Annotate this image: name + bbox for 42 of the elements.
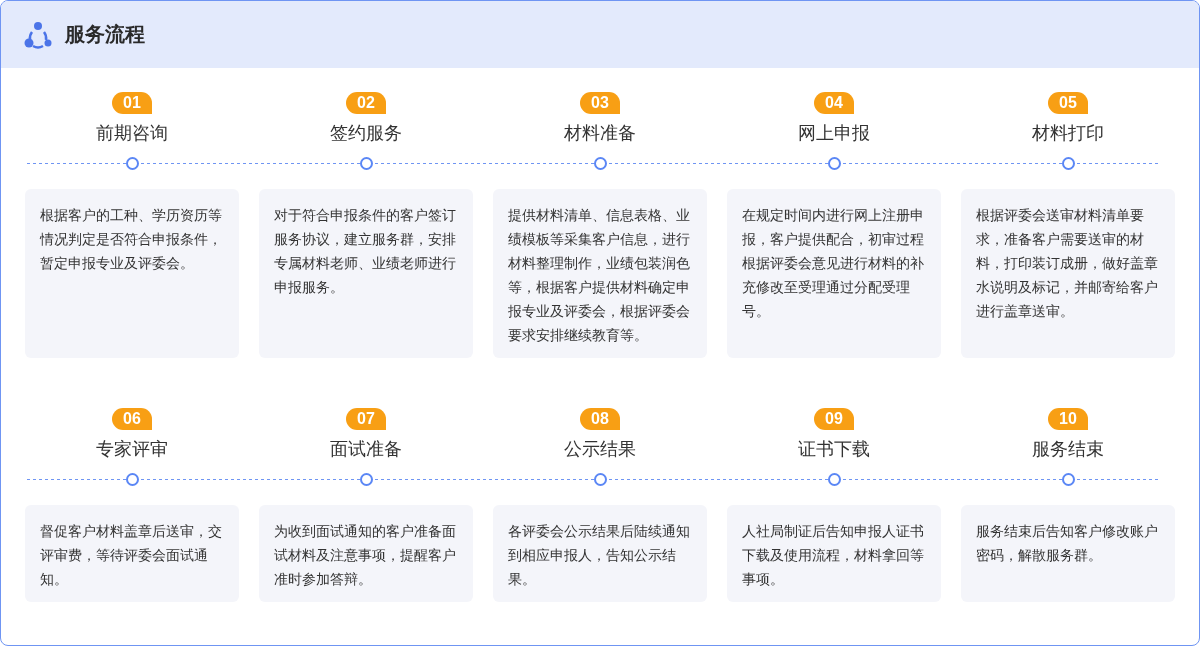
- timeline-node: [593, 156, 607, 170]
- step-title: 网上申报: [798, 122, 870, 145]
- step-number-badge: 06: [112, 408, 152, 430]
- step-title: 签约服务: [330, 122, 402, 145]
- timeline-node: [359, 156, 373, 170]
- page-title: 服务流程: [65, 22, 145, 47]
- step-title: 公示结果: [564, 438, 636, 461]
- step-number-badge: 01: [112, 92, 152, 114]
- step-description-card: 督促客户材料盖章后送审，交评审费，等待评委会面试通知。: [25, 505, 239, 602]
- step-description-card: 各评委会公示结果后陆续通知到相应申报人，告知公示结果。: [493, 505, 707, 602]
- step-description-card: 为收到面试通知的客户准备面试材料及注意事项，提醒客户准时参加答辩。: [259, 505, 473, 602]
- step-title: 专家评审: [96, 438, 168, 461]
- step-description-card: 服务结束后告知客户修改账户密码，解散服务群。: [961, 505, 1175, 602]
- share-nodes-icon: [23, 19, 53, 50]
- step-description-card: 在规定时间内进行网上注册申报，客户提供配合，初审过程根据评委会意见进行材料的补充修改至受理通过分配受理号。: [727, 189, 941, 358]
- step-title: 证书下载: [798, 438, 870, 461]
- step-description-card: 根据评委会送审材料清单要求，准备客户需要送审的材料，打印装订成册，做好盖章水说明及标记，并邮寄给客户进行盖章送审。: [961, 189, 1175, 358]
- timeline-node: [125, 156, 139, 170]
- timeline-node: [827, 472, 841, 486]
- timeline-node: [593, 472, 607, 486]
- step-title: 面试准备: [330, 438, 402, 461]
- step-number-badge: 10: [1048, 408, 1088, 430]
- step-number-badge: 03: [580, 92, 620, 114]
- timeline-node: [827, 156, 841, 170]
- step-description-card: 对于符合申报条件的客户签订服务协议，建立服务群，安排专属材料老师、业绩老师进行申报服务。: [259, 189, 473, 358]
- step-title: 材料准备: [564, 122, 636, 145]
- step-title: 材料打印: [1032, 122, 1104, 145]
- step-number-badge: 08: [580, 408, 620, 430]
- step-title: 服务结束: [1032, 438, 1104, 461]
- timeline-node: [1061, 472, 1075, 486]
- timeline-node: [125, 472, 139, 486]
- step-description-card: 人社局制证后告知申报人证书下载及使用流程，材料拿回等事项。: [727, 505, 941, 602]
- step-number-badge: 04: [814, 92, 854, 114]
- step-title: 前期咨询: [96, 122, 168, 145]
- step-number-badge: 05: [1048, 92, 1088, 114]
- step-number-badge: 02: [346, 92, 386, 114]
- timeline-node: [359, 472, 373, 486]
- step-description-card: 提供材料清单、信息表格、业绩模板等采集客户信息，进行材料整理制作，业绩包装润色等，根据客户提供材料确定申报专业及评委会，根据评委会要求安排继续教育等。: [493, 189, 707, 358]
- timeline-node: [1061, 156, 1075, 170]
- step-number-badge: 09: [814, 408, 854, 430]
- step-description-card: 根据客户的工种、学历资历等情况判定是否符合申报条件，暂定申报专业及评委会。: [25, 189, 239, 358]
- step-number-badge: 07: [346, 408, 386, 430]
